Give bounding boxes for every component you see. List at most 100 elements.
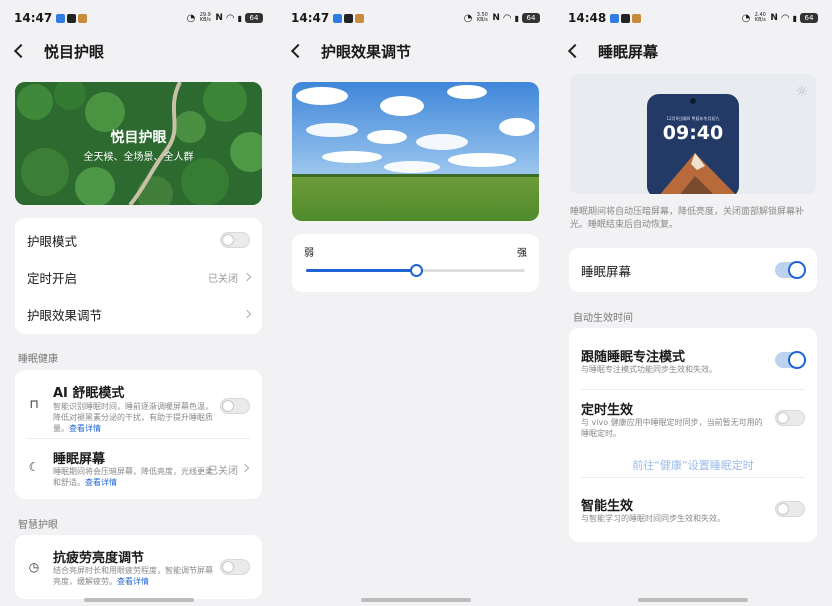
status-bar: 14:47 ◔ 29.9 KB/s N ◠ ▮ 64 [0, 0, 277, 36]
battery-icon: 64 [522, 13, 540, 23]
panel-eye-effect: 14:47 ◔ 3.50 KB/s N ◠ ▮ 64 护眼效果调节 弱 强 [277, 0, 554, 606]
battery-icon: 64 [800, 13, 818, 23]
status-app-icons [333, 13, 365, 23]
battery-icon: 64 [245, 13, 263, 23]
sleep-preview: ☼ 12月9日周四 甲辰年冬月初九 09:40 [570, 74, 816, 194]
ai-sleep-mode-title: AI 舒眠模式 [53, 386, 125, 401]
smart-effect-toggle[interactable] [775, 501, 805, 517]
nav-bar: 悦目护眼 [0, 38, 277, 64]
follow-sleep-focus-title: 跟随睡眠专注模式 [581, 350, 686, 365]
scheduled-on-label: 定时开启 [27, 270, 78, 286]
back-arrow-icon[interactable] [290, 43, 306, 59]
banner-subtitle: 全天候、全场景、全人群 [83, 152, 194, 163]
slider-fill [306, 269, 416, 272]
status-time: 14:48 [568, 11, 607, 25]
section-sleep-health: 睡眠健康 [18, 354, 58, 365]
signal-icon: ▮ [237, 13, 242, 23]
alarm-icon: ◔ [186, 12, 196, 24]
home-indicator[interactable] [638, 598, 748, 602]
divider [27, 438, 250, 439]
status-bar: 14:47 ◔ 3.50 KB/s N ◠ ▮ 64 [277, 0, 554, 36]
tiktok-icon [621, 13, 631, 23]
nfc-icon: N [492, 13, 500, 23]
slider-track[interactable] [306, 264, 525, 277]
timed-effect-item[interactable]: 定时生效 与 vivo 健康应用中睡眠定时同步，当前暂无可用的睡眠定时。 [569, 390, 817, 456]
sleep-screen-details-link[interactable]: 查看详情 [85, 478, 117, 487]
app-notification-icon [56, 13, 66, 23]
network-speed: 29.9 KB/s [199, 12, 211, 23]
moon-icon: ☾ [28, 460, 40, 474]
phone-mockup: 12月9日周四 甲辰年冬月初九 09:40 [647, 94, 739, 194]
ai-sleep-mode-toggle[interactable] [220, 398, 250, 414]
sleep-screen-row[interactable]: 睡眠屏幕 [569, 256, 817, 284]
sky-field-image [292, 82, 539, 221]
nav-bar: 睡眠屏幕 [554, 38, 832, 64]
preview-image [292, 82, 539, 221]
follow-sleep-focus-item[interactable]: 跟随睡眠专注模式 与睡眠专注模式功能同步生效和失效。 [569, 328, 817, 386]
goto-health-link[interactable]: 前往“健康”设置睡眠定时 [569, 457, 817, 473]
back-arrow-icon[interactable] [13, 43, 29, 59]
eye-effect-adjust-row[interactable]: 护眼效果调节 [15, 300, 262, 328]
app-notification-icon [333, 13, 343, 23]
sleep-screen-title: 睡眠屏幕 [53, 452, 106, 467]
sleep-health-card: ⊓ AI 舒眠模式 智能识别睡眠时间，睡前逐渐调暖屏幕色温，降低对褪黑素分泌的干… [15, 370, 262, 499]
banner-title: 悦目护眼 [110, 130, 167, 146]
ai-sleep-mode-desc: 智能识别睡眠时间，睡前逐渐调暖屏幕色温，降低对褪黑素分泌的干扰，有助于提升睡眠质… [53, 402, 213, 433]
slider-min-label: 弱 [304, 248, 314, 259]
phone-notch [647, 98, 739, 104]
sleep-screen-item[interactable]: ☾ 睡眠屏幕 睡眠期间将会压暗屏幕，降低亮度，光线更柔和舒适。查看详情 已关闭 [15, 440, 262, 498]
status-bar: 14:48 ◔ 2.40 KB/s N ◠ ▮ 64 [554, 0, 832, 36]
auto-effect-card: 跟随睡眠专注模式 与睡眠专注模式功能同步生效和失效。 定时生效 与 vivo 健… [569, 328, 817, 542]
nfc-icon: N [770, 13, 778, 23]
home-indicator[interactable] [360, 598, 471, 602]
eye-care-mode-toggle[interactable] [220, 232, 250, 248]
anti-fatigue-details-link[interactable]: 查看详情 [117, 577, 149, 586]
eye-care-mode-row[interactable]: 护眼模式 [15, 226, 262, 254]
eye-care-banner: 悦目护眼 全天候、全场景、全人群 [15, 82, 262, 205]
sleep-screen-value: 已关闭 [208, 466, 238, 477]
app-notification-icon [632, 13, 642, 23]
page-title: 悦目护眼 [44, 42, 105, 61]
chevron-right-icon [240, 463, 250, 473]
follow-sleep-focus-desc: 与睡眠专注模式功能同步生效和失效。 [581, 365, 717, 374]
app-notification-icon [610, 13, 620, 23]
wifi-icon: ◠ [502, 12, 512, 24]
smart-eye-care-card: ◷ 抗疲劳亮度调节 结合亮屏时长和用眼疲劳程度，智能调节屏幕亮度，缓解疲劳。查看… [15, 535, 262, 599]
anti-fatigue-item[interactable]: ◷ 抗疲劳亮度调节 结合亮屏时长和用眼疲劳程度，智能调节屏幕亮度，缓解疲劳。查看… [15, 535, 262, 599]
tiktok-icon [67, 13, 77, 23]
follow-sleep-focus-toggle[interactable] [775, 351, 806, 369]
chevron-right-icon [242, 309, 252, 319]
timed-effect-toggle[interactable] [775, 410, 805, 426]
eye-effect-adjust-label: 护眼效果调节 [27, 307, 103, 323]
scheduled-on-value: 已关闭 [208, 273, 238, 285]
status-time: 14:47 [291, 11, 330, 25]
ai-sleep-mode-item[interactable]: ⊓ AI 舒眠模式 智能识别睡眠时间，睡前逐渐调暖屏幕色温，降低对褪黑素分泌的干… [15, 370, 262, 436]
scheduled-on-row[interactable]: 定时开启 已关闭 [15, 263, 262, 291]
app-notification-icon [78, 13, 88, 23]
home-indicator[interactable] [83, 598, 194, 602]
intensity-card: 弱 强 [292, 234, 539, 292]
back-arrow-icon[interactable] [567, 43, 583, 59]
slider-thumb[interactable] [409, 264, 423, 277]
chevron-right-icon [242, 272, 252, 282]
page-title: 护眼效果调节 [321, 42, 412, 61]
page-title: 睡眠屏幕 [598, 42, 659, 61]
eye-care-settings-card: 护眼模式 定时开启 已关闭 护眼效果调节 [15, 218, 262, 334]
alarm-icon: ◔ [741, 12, 751, 24]
anti-fatigue-desc: 结合亮屏时长和用眼疲劳程度，智能调节屏幕亮度，缓解疲劳。查看详情 [53, 566, 213, 586]
slider-max-label: 强 [517, 248, 527, 259]
sleep-screen-toggle[interactable] [775, 261, 806, 279]
anti-fatigue-toggle[interactable] [220, 559, 250, 575]
lock-time: 09:40 [662, 122, 724, 144]
panel-eye-care: 14:47 ◔ 29.9 KB/s N ◠ ▮ 64 悦目护眼 悦目护眼 全天候… [0, 0, 277, 606]
tiktok-icon [344, 13, 354, 23]
alarm-icon: ◔ [463, 12, 473, 24]
status-time: 14:47 [14, 11, 53, 25]
smart-effect-item[interactable]: 智能生效 与智能学习的睡眠时间同步生效和失效。 [569, 478, 817, 538]
smart-effect-desc: 与智能学习的睡眠时间同步生效和失效。 [581, 514, 725, 523]
status-app-icons [610, 13, 642, 23]
sleep-screen-toggle-card: 睡眠屏幕 [569, 248, 817, 292]
nav-bar: 护眼效果调节 [277, 38, 554, 64]
mountain-wallpaper [660, 153, 736, 194]
ai-sleep-details-link[interactable]: 查看详情 [69, 424, 101, 433]
